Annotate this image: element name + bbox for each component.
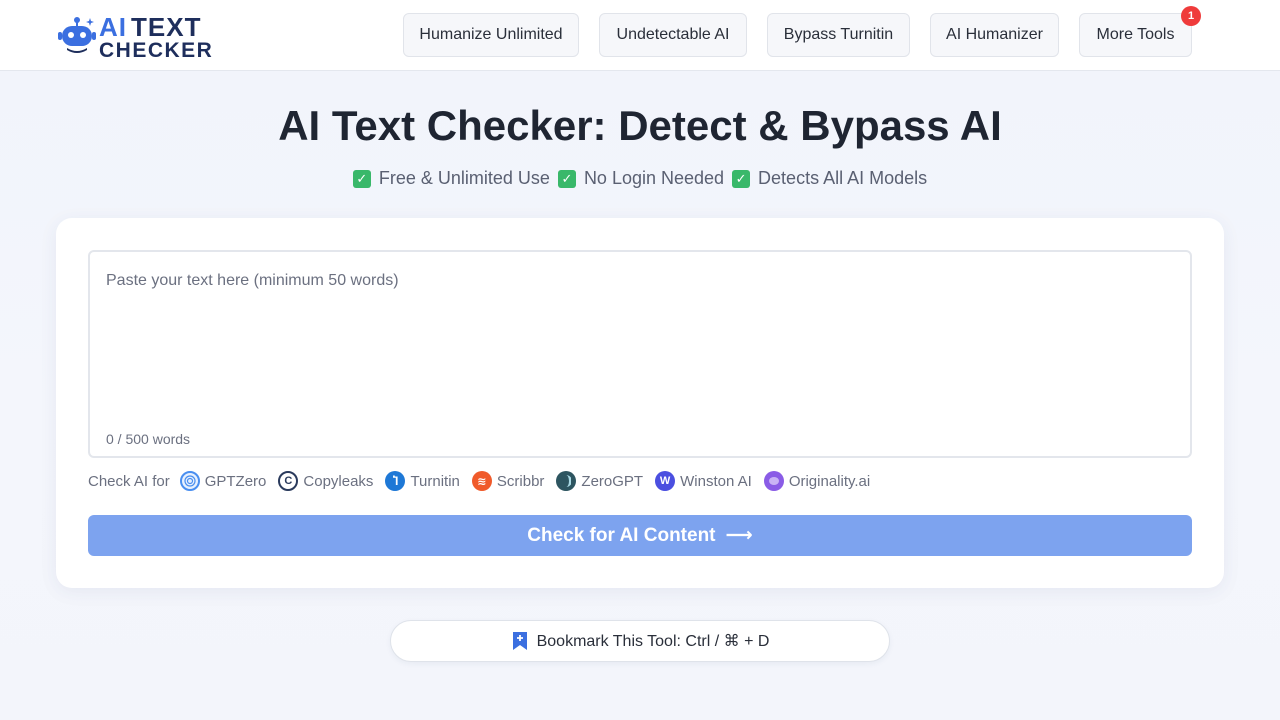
nav-undetectable-ai[interactable]: Undetectable AI [599, 13, 747, 57]
turnitin-icon: Ⴈ [385, 471, 406, 491]
detector-list: Check AI for GPTZero C Copyleaks Ⴈ Turni… [88, 470, 882, 492]
nav-more-tools[interactable]: More Tools 1 [1079, 6, 1201, 57]
detector-copyleaks[interactable]: C Copyleaks [278, 471, 373, 491]
detector-zerogpt[interactable]: ZeroGPT [556, 471, 643, 491]
detector-label: Copyleaks [303, 472, 374, 490]
logo-text-word: TEXT [131, 12, 202, 42]
nav-ai-humanizer[interactable]: AI Humanizer [930, 13, 1059, 57]
zerogpt-icon [556, 471, 577, 491]
text-input-placeholder: Paste your text here (minimum 50 words) [106, 272, 399, 289]
bookmark-button[interactable]: Bookmark This Tool: Ctrl / ⌘ + D [390, 620, 890, 662]
nav-bypass-turnitin[interactable]: Bypass Turnitin [767, 13, 910, 57]
text-input[interactable]: Paste your text here (minimum 50 words) … [88, 250, 1192, 458]
notification-badge: 1 [1181, 6, 1201, 26]
bookmark-label: Bookmark This Tool: Ctrl / ⌘ + D [536, 633, 770, 650]
feature-item: ✓ Detects All AI Models [732, 168, 927, 189]
check-ai-button-label: Check for AI Content [527, 524, 716, 546]
detector-label: Winston AI [680, 472, 752, 490]
bookmark-icon [512, 632, 527, 650]
checker-card: Paste your text here (minimum 50 words) … [56, 218, 1224, 588]
page-title: AI Text Checker: Detect & Bypass AI [278, 102, 1002, 149]
detector-label: Turnitin [410, 472, 460, 490]
check-for-label: Check AI for [88, 472, 170, 490]
feature-label: No Login Needed [583, 168, 725, 188]
detector-label: Originality.ai [788, 472, 871, 490]
copyleaks-icon: C [278, 471, 299, 491]
detector-label: Scribbr [496, 472, 545, 490]
gptzero-icon [179, 471, 200, 491]
detector-originality-ai[interactable]: Originality.ai [763, 471, 871, 491]
detector-winston-ai[interactable]: W Winston AI [655, 471, 752, 491]
site-logo[interactable]: AI TEXT CHECKER [57, 12, 237, 61]
logo-wordmark: AI TEXT CHECKER [99, 14, 213, 61]
nav-more-tools-label: More Tools [1096, 26, 1175, 43]
check-ai-button[interactable]: Check for AI Content ⟶ [88, 515, 1192, 556]
site-header: AI TEXT CHECKER Humanize Unlimited Undet… [0, 0, 1280, 71]
detector-scribbr[interactable]: ≋ Scribbr [471, 471, 545, 491]
feature-item: ✓ No Login Needed [557, 168, 725, 189]
feature-list: ✓ Free & Unlimited Use ✓ No Login Needed… [0, 168, 1280, 189]
detector-label: GPTZero [204, 472, 267, 490]
nav-humanize-unlimited[interactable]: Humanize Unlimited [403, 13, 579, 57]
detector-turnitin[interactable]: Ⴈ Turnitin [385, 471, 460, 491]
checkmark-icon: ✓ [352, 169, 371, 188]
logo-ai-text: AI [99, 12, 127, 42]
checkmark-icon: ✓ [732, 169, 751, 188]
feature-label: Free & Unlimited Use [378, 168, 550, 188]
robot-icon [58, 17, 96, 53]
word-count: 0 / 500 words [106, 431, 191, 447]
detector-gptzero[interactable]: GPTZero [179, 471, 267, 491]
detector-label: ZeroGPT [581, 472, 644, 490]
arrow-right-icon: ⟶ [725, 525, 753, 546]
feature-label: Detects All AI Models [758, 168, 928, 188]
scribbr-icon: ≋ [471, 471, 492, 491]
checkmark-icon: ✓ [557, 169, 576, 188]
feature-item: ✓ Free & Unlimited Use [352, 168, 550, 189]
winston-icon: W [655, 471, 676, 491]
logo-checker-word: CHECKER [99, 39, 214, 62]
originality-icon [763, 471, 784, 491]
